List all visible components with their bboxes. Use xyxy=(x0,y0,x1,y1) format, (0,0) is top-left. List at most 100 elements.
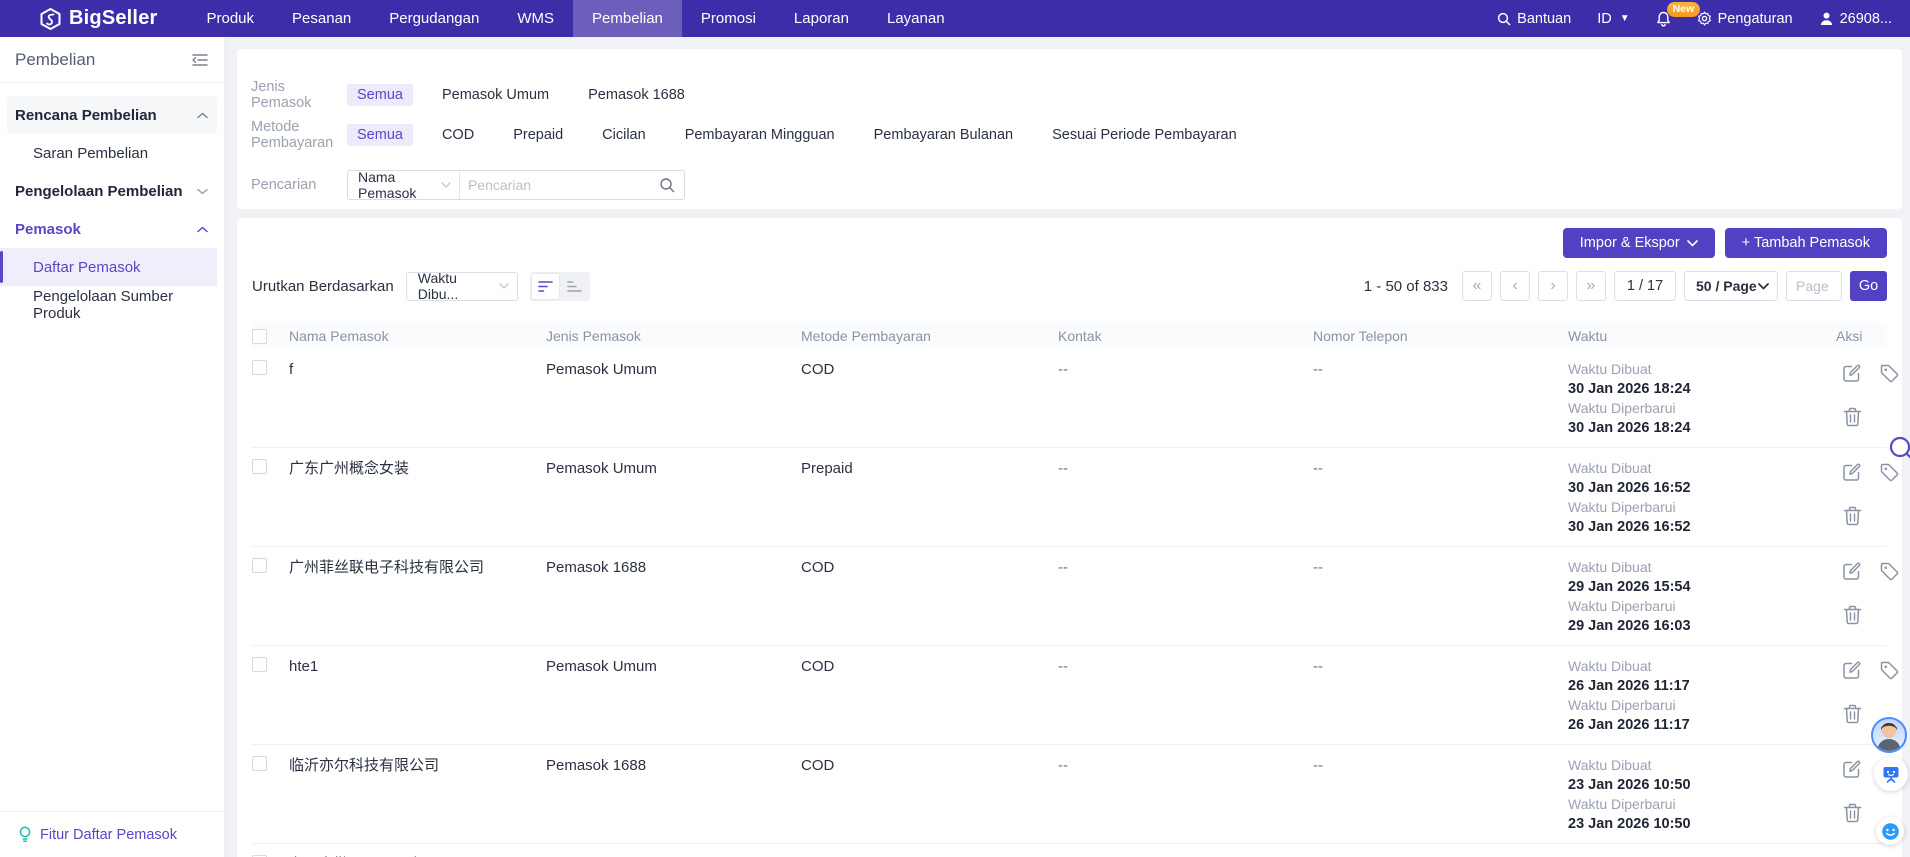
sidebar-header: Pembelian xyxy=(0,37,224,83)
search-icon[interactable] xyxy=(657,177,684,193)
chat-smiley-icon[interactable] xyxy=(1876,817,1904,845)
time-cell: Waktu Dibuat 30 Jan 2026 16:52 Waktu Dip… xyxy=(1568,459,1821,537)
nav-item-produk[interactable]: Produk xyxy=(188,0,274,37)
supplier-name[interactable]: f xyxy=(289,360,293,380)
nav-item-promosi[interactable]: Promosi xyxy=(682,0,775,37)
supplier-list-panel: Impor & Ekspor + Tambah Pemasok Urutkan … xyxy=(237,218,1902,857)
edit-icon[interactable] xyxy=(1842,561,1862,581)
filter-option[interactable]: Cicilan xyxy=(592,124,656,146)
filter-option[interactable]: Prepaid xyxy=(503,124,573,146)
go-button[interactable]: Go xyxy=(1850,271,1887,301)
add-supplier-button[interactable]: + Tambah Pemasok xyxy=(1725,228,1887,258)
delete-icon[interactable] xyxy=(1843,704,1862,724)
page-size-select[interactable]: 50 / Page xyxy=(1684,271,1778,301)
settings-button[interactable]: Pengaturan xyxy=(1697,11,1793,27)
notifications-button[interactable]: New xyxy=(1656,11,1671,27)
filter-option[interactable]: Pemasok 1688 xyxy=(578,84,695,106)
search-group: Nama Pemasok xyxy=(347,170,685,200)
chevron-up-icon xyxy=(197,112,208,119)
sidebar-section-pengelolaan-pembelian[interactable]: Pengelolaan Pembelian xyxy=(7,172,217,210)
select-all-checkbox[interactable] xyxy=(252,329,267,344)
sidebar-menu: Rencana Pembelian Saran Pembelian Pengel… xyxy=(0,83,224,324)
chevron-down-icon: ▼ xyxy=(1620,13,1630,24)
updated-label: Waktu Diperbarui xyxy=(1568,498,1821,518)
created-label: Waktu Dibuat xyxy=(1568,558,1821,578)
delete-icon[interactable] xyxy=(1843,506,1862,526)
first-page-button[interactable]: « xyxy=(1462,271,1492,301)
sidebar: Pembelian Rencana Pembelian Saran Pembel… xyxy=(0,37,225,857)
nav-item-pembelian[interactable]: Pembelian xyxy=(573,0,682,37)
row-checkbox[interactable] xyxy=(252,459,267,474)
filter-label-jenis: Jenis Pemasok xyxy=(251,79,347,111)
tag-icon[interactable] xyxy=(1879,363,1900,384)
filter-option[interactable]: Sesuai Periode Pembayaran xyxy=(1042,124,1247,146)
filter-option[interactable]: Pembayaran Mingguan xyxy=(675,124,845,146)
collapse-sidebar-icon[interactable] xyxy=(192,53,208,67)
sidebar-footer-link[interactable]: Fitur Daftar Pemasok xyxy=(0,811,224,857)
search-field-select[interactable]: Nama Pemasok xyxy=(348,171,460,199)
delete-icon[interactable] xyxy=(1843,605,1862,625)
supplier-name[interactable]: 临沂亦尔科技有限公司 xyxy=(289,756,439,776)
nav-item-pesanan[interactable]: Pesanan xyxy=(273,0,370,37)
filter-option[interactable]: Pembayaran Bulanan xyxy=(864,124,1023,146)
row-checkbox[interactable] xyxy=(252,657,267,672)
nav-item-pergudangan[interactable]: Pergudangan xyxy=(370,0,498,37)
top-navbar: BigSeller ProdukPesananPergudanganWMSPem… xyxy=(0,0,1910,37)
previous-page-button[interactable]: ‹ xyxy=(1500,271,1530,301)
row-checkbox[interactable] xyxy=(252,756,267,771)
edit-icon[interactable] xyxy=(1842,462,1862,482)
filter-option[interactable]: Semua xyxy=(347,84,413,106)
nav-right: Bantuan ID ▼ New Pengaturan 26908... xyxy=(1497,11,1910,27)
announcement-icon[interactable] xyxy=(1874,757,1908,791)
filter-option[interactable]: COD xyxy=(432,124,484,146)
tag-icon[interactable] xyxy=(1879,561,1900,582)
filter-option[interactable]: Pemasok Umum xyxy=(432,84,559,106)
edit-icon[interactable] xyxy=(1842,660,1862,680)
sidebar-section-rencana-pembelian[interactable]: Rencana Pembelian xyxy=(7,96,217,134)
tag-icon[interactable] xyxy=(1879,660,1900,681)
delete-icon[interactable] xyxy=(1843,803,1862,823)
search-input[interactable] xyxy=(460,177,657,193)
updated-label: Waktu Diperbarui xyxy=(1568,597,1821,617)
import-export-button[interactable]: Impor & Ekspor xyxy=(1563,228,1715,258)
supplier-name[interactable]: 广东广州概念女装 xyxy=(289,459,409,479)
edit-icon[interactable] xyxy=(1842,759,1862,779)
row-checkbox[interactable] xyxy=(252,558,267,573)
created-value: 29 Jan 2026 15:54 xyxy=(1568,578,1821,598)
sort-ascending-button[interactable] xyxy=(561,274,588,299)
support-avatar[interactable] xyxy=(1871,717,1907,753)
page-jump-input[interactable] xyxy=(1786,271,1842,301)
supplier-type: Pemasok Umum xyxy=(546,459,801,479)
nav-item-layanan[interactable]: Layanan xyxy=(868,0,964,37)
filter-option[interactable]: Semua xyxy=(347,124,413,146)
brand-logo[interactable]: BigSeller xyxy=(0,7,188,30)
pagination-range: 1 - 50 of 833 xyxy=(1364,278,1448,295)
row-checkbox[interactable] xyxy=(252,360,267,375)
time-cell: Waktu Dibuat 29 Jan 2026 15:54 Waktu Dip… xyxy=(1568,558,1821,636)
supplier-name[interactable]: hte1 xyxy=(289,657,318,677)
sort-field-select[interactable]: Waktu Dibu... xyxy=(406,272,518,301)
supplier-type: Pemasok Umum xyxy=(546,657,801,677)
sort-descending-button[interactable] xyxy=(532,274,559,299)
sidebar-item-saran-pembelian[interactable]: Saran Pembelian xyxy=(0,134,217,172)
nav-item-wms[interactable]: WMS xyxy=(498,0,573,37)
new-badge: New xyxy=(1667,2,1701,17)
floating-search-icon[interactable] xyxy=(1887,434,1910,469)
help-button[interactable]: Bantuan xyxy=(1497,11,1571,27)
edit-icon[interactable] xyxy=(1842,363,1862,383)
main-content: Jenis Pemasok Semua Pemasok Umum Pemasok 1… xyxy=(225,37,1910,857)
next-page-button[interactable]: › xyxy=(1538,271,1568,301)
user-menu[interactable]: 26908... xyxy=(1819,11,1892,27)
nav-item-laporan[interactable]: Laporan xyxy=(775,0,868,37)
supplier-name[interactable]: 广州菲丝联电子科技有限公司 xyxy=(289,558,484,578)
sidebar-section-pemasok[interactable]: Pemasok xyxy=(7,210,217,248)
user-icon xyxy=(1819,11,1834,26)
sidebar-item-pengelolaan-sumber-produk[interactable]: Pengelolaan Sumber Produk xyxy=(0,286,217,324)
sidebar-item-daftar-pemasok[interactable]: Daftar Pemasok xyxy=(0,248,217,286)
delete-icon[interactable] xyxy=(1843,407,1862,427)
filter-row-metode: Metode Pembayaran SemuaCODPrepaidCicilan… xyxy=(251,119,1884,151)
language-selector[interactable]: ID ▼ xyxy=(1597,11,1629,27)
nav-menu: ProdukPesananPergudanganWMSPembelianProm… xyxy=(188,0,964,37)
last-page-button[interactable]: » xyxy=(1576,271,1606,301)
supplier-type: Pemasok Umum xyxy=(546,360,801,380)
